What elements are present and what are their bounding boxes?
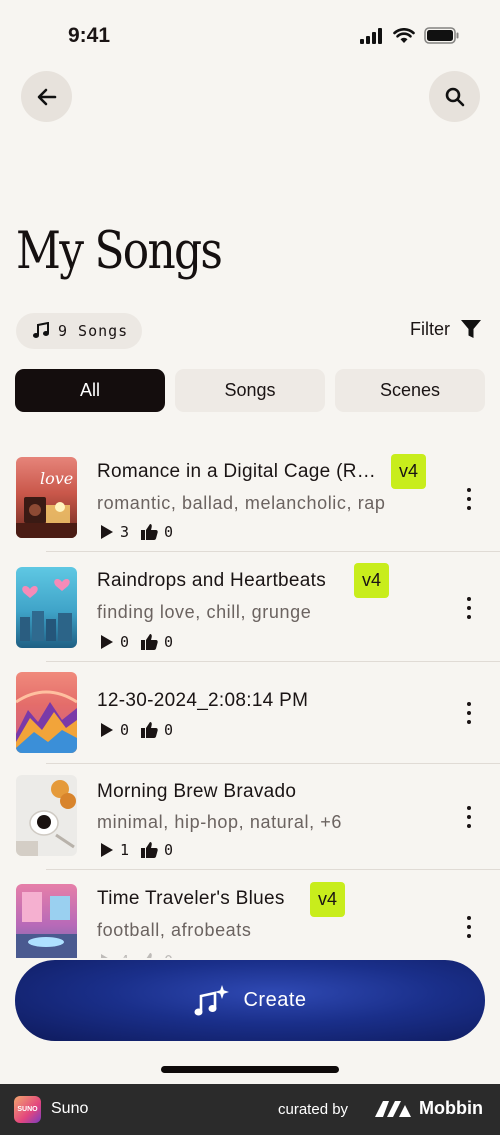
song-item[interactable]: Raindrops and Heartbeats v4 finding love… [0, 552, 500, 662]
more-vertical-icon [467, 488, 471, 492]
home-indicator [161, 1066, 339, 1073]
status-time: 9:41 [68, 24, 111, 47]
play-icon [101, 635, 113, 649]
search-button[interactable] [429, 71, 480, 122]
tab-scenes[interactable]: Scenes [335, 369, 485, 412]
status-bar: 9:41 [0, 0, 500, 74]
filter-funnel-icon [461, 320, 481, 338]
more-options-button[interactable] [462, 597, 476, 619]
more-vertical-icon [467, 702, 471, 706]
song-list: love Romance in a Digital Cage (R… v4 ro… [0, 443, 500, 958]
play-count: 0 [120, 633, 130, 651]
thumbs-up-icon [141, 722, 158, 738]
play-icon [101, 723, 113, 737]
version-badge: v4 [354, 563, 389, 598]
like-count: 0 [164, 633, 174, 651]
search-icon [445, 87, 464, 106]
song-tags: football, afrobeats [97, 920, 252, 940]
more-options-button[interactable] [462, 702, 476, 724]
version-badge: v4 [391, 454, 426, 489]
thumbs-up-icon [141, 634, 158, 650]
like-count: 0 [164, 721, 174, 739]
song-stats: 3 0 [100, 523, 179, 541]
music-sparkle-icon [194, 984, 230, 1015]
footer-bar: SUNO Suno curated by Mobbin [0, 1084, 500, 1135]
play-count: 3 [120, 523, 130, 541]
tab-songs[interactable]: Songs [175, 369, 325, 412]
tab-all[interactable]: All [15, 369, 165, 412]
thumbs-up-icon [141, 524, 158, 540]
play-count: 4 [120, 952, 129, 958]
thumbs-up-icon [141, 842, 158, 858]
song-cover: love [16, 457, 77, 538]
more-options-button[interactable] [462, 806, 476, 828]
wifi-icon [393, 27, 415, 43]
song-title: Romance in a Digital Cage (R… [97, 461, 377, 482]
filter-label: Filter [410, 318, 450, 339]
song-stats: 1 0 [100, 841, 179, 859]
song-item[interactable]: love Romance in a Digital Cage (R… v4 ro… [0, 443, 500, 552]
more-vertical-icon [467, 806, 471, 810]
song-stats: 0 0 [100, 721, 179, 739]
song-cover [16, 672, 77, 753]
play-icon [101, 843, 113, 857]
mobbin-logo: Mobbin [375, 1098, 483, 1119]
battery-icon [424, 27, 459, 44]
version-badge: v4 [310, 882, 345, 917]
song-title: Morning Brew Bravado [97, 781, 297, 802]
filter-button[interactable]: Filter [410, 318, 482, 340]
back-button[interactable] [21, 71, 72, 122]
play-count: 0 [120, 721, 130, 739]
more-options-button[interactable] [462, 488, 476, 510]
mobbin-icon [375, 1100, 411, 1117]
like-count: 0 [164, 952, 173, 958]
like-count: 0 [164, 841, 174, 859]
app-icon: SUNO [14, 1096, 41, 1123]
song-title: Raindrops and Heartbeats [97, 570, 327, 591]
song-cover [16, 775, 77, 856]
song-cover [16, 567, 77, 648]
more-vertical-icon [467, 597, 471, 601]
thumbs-up-icon [146, 953, 152, 958]
music-note-icon [33, 322, 49, 338]
cover-caption: love [40, 469, 74, 488]
create-label: Create [243, 989, 307, 1011]
back-arrow-icon [37, 88, 56, 105]
status-icons [360, 27, 460, 44]
mobbin-brand: Mobbin [419, 1098, 483, 1118]
play-count: 1 [120, 841, 130, 859]
song-cover [16, 884, 77, 958]
song-item[interactable]: 12-30-2024_2:08:14 PM 0 0 [0, 662, 500, 764]
more-options-button[interactable] [462, 916, 476, 938]
tab-bar: All Songs Scenes [15, 369, 485, 412]
song-tags: romantic, ballad, melancholic, rap [97, 493, 386, 513]
play-icon [101, 954, 108, 958]
song-count-label: 9 Songs [58, 322, 129, 340]
more-vertical-icon [467, 916, 471, 920]
song-stats: 0 0 [100, 633, 179, 651]
song-count-chip: 9 Songs [16, 313, 143, 349]
signal-icon [360, 27, 382, 44]
curated-by-label: curated by [278, 1101, 349, 1118]
song-stats: 4 0 [100, 952, 179, 958]
song-tags: minimal, hip-hop, natural, +6 [97, 812, 343, 832]
play-icon [101, 525, 113, 539]
song-item[interactable]: Morning Brew Bravado minimal, hip-hop, n… [0, 764, 500, 870]
song-item[interactable]: Time Traveler's Blues v4 football, afrob… [0, 870, 500, 958]
song-tags: finding love, chill, grunge [97, 602, 312, 622]
create-button[interactable]: Create [15, 960, 485, 1041]
song-title: Time Traveler's Blues [97, 888, 285, 909]
app-name: Suno [51, 1100, 89, 1117]
page-title: My Songs [16, 222, 223, 281]
like-count: 0 [164, 523, 174, 541]
song-title: 12-30-2024_2:08:14 PM [97, 690, 309, 711]
